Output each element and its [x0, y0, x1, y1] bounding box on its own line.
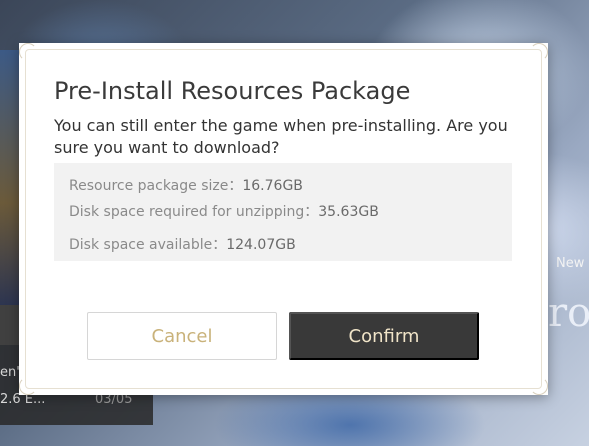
info-value: 124.07GB [226, 237, 296, 253]
confirm-button[interactable]: Confirm [289, 312, 479, 360]
corner-ornament-icon [530, 43, 548, 61]
info-label: Disk space required for unzipping： [69, 204, 319, 220]
background-title-fragment: ro [548, 290, 589, 336]
resource-package-size-row: Resource package size：16.76GB [69, 175, 303, 195]
info-label: Disk space available： [69, 237, 227, 253]
pre-install-dialog: Pre-Install Resources Package You can st… [19, 43, 548, 395]
available-space-row: Disk space available：124.07GB [69, 234, 296, 254]
dialog-title: Pre-Install Resources Package [54, 77, 411, 105]
corner-ornament-icon [530, 377, 548, 395]
dialog-message: You can still enter the game when pre-in… [54, 116, 508, 157]
cancel-button[interactable]: Cancel [87, 312, 277, 360]
info-label: Resource package size： [69, 178, 243, 194]
info-value: 35.63GB [318, 204, 379, 220]
unzip-space-row: Disk space required for unzipping：35.63G… [69, 201, 379, 221]
corner-ornament-icon [19, 43, 37, 61]
corner-ornament-icon [19, 377, 37, 395]
info-value: 16.76GB [242, 178, 303, 194]
package-info-box: Resource package size：16.76GB Disk space… [54, 163, 512, 261]
background-new-label: New [556, 256, 585, 271]
